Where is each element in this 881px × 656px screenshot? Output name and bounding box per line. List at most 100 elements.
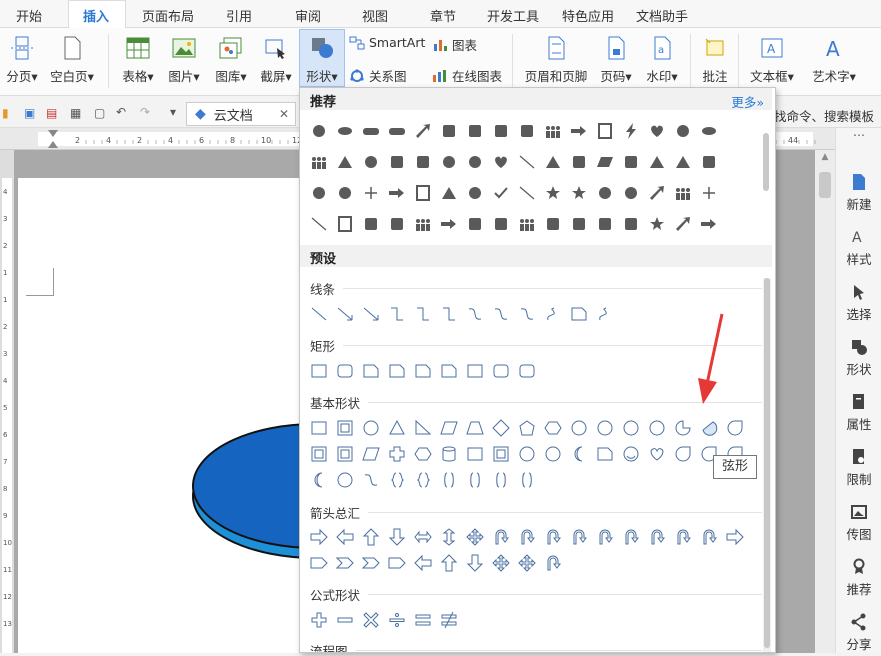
sidebar-item-new[interactable]: 新建: [836, 173, 881, 213]
rect-shape-o-snip-icon[interactable]: [358, 358, 384, 384]
recommended-shape-line-icon[interactable]: [514, 177, 540, 208]
recommended-shape-circ-icon[interactable]: [670, 115, 696, 146]
basic-shape-o-para-icon[interactable]: [436, 415, 462, 441]
recommended-shape-circ-icon[interactable]: [618, 177, 644, 208]
watermark-button[interactable]: a 水印▾: [642, 30, 682, 85]
pane-settings-icon[interactable]: ⋯: [850, 128, 868, 144]
recommended-shape-people-icon[interactable]: [540, 115, 566, 146]
arrow-shape-o-pentarr-icon[interactable]: [384, 550, 410, 576]
page-break-button[interactable]: 分页▾: [2, 30, 42, 85]
recommended-shape-sq-icon[interactable]: [488, 208, 514, 239]
recommended-shape-sq-icon[interactable]: [592, 208, 618, 239]
basic-shape-o-pent-icon[interactable]: [514, 415, 540, 441]
wordart-button[interactable]: A 艺术字▾: [806, 30, 862, 85]
relation-chart-button[interactable]: 关系图: [349, 66, 407, 85]
recommended-shape-sq-icon[interactable]: [410, 146, 436, 177]
recommended-shape-star-icon[interactable]: [540, 177, 566, 208]
rect-shape-o-rrect-icon[interactable]: [488, 358, 514, 384]
basic-shape-o-para-icon[interactable]: [358, 441, 384, 467]
undo-icon[interactable]: ↶: [116, 105, 126, 119]
basic-shape-o-circ-icon[interactable]: [332, 467, 358, 493]
tab-doc-assistant[interactable]: 文档助手: [636, 6, 688, 25]
blank-page-button[interactable]: 空白页▾: [48, 30, 96, 85]
screenshot-button[interactable]: 截屏▾: [256, 30, 296, 85]
recommended-shape-pill-icon[interactable]: [358, 115, 384, 146]
picture-button[interactable]: 图片▾: [164, 30, 204, 85]
basic-shape-o-moon-icon[interactable]: [566, 441, 592, 467]
basic-shape-o-brace-icon[interactable]: [410, 467, 436, 493]
recommended-shape-heart-icon[interactable]: [644, 115, 670, 146]
comment-button[interactable]: 批注: [698, 30, 732, 85]
recommended-shape-circ-icon[interactable]: [462, 146, 488, 177]
recommended-shape-sq-icon[interactable]: [462, 208, 488, 239]
arrow-shape-o-darr-icon[interactable]: [384, 524, 410, 550]
recommended-shape-circ-icon[interactable]: [462, 177, 488, 208]
formula-shape-o-minus-icon[interactable]: [332, 607, 358, 633]
document-scroll-thumb[interactable]: [819, 172, 831, 198]
recommended-shape-tri-icon[interactable]: [540, 146, 566, 177]
recommended-shape-people-icon[interactable]: [514, 208, 540, 239]
arrow-shape-o-quad-icon[interactable]: [488, 550, 514, 576]
arrow-shape-o-chev-icon[interactable]: [332, 550, 358, 576]
rect-shape-o-snip-icon[interactable]: [410, 358, 436, 384]
recommended-shape-line-icon[interactable]: [306, 208, 332, 239]
recommended-shape-rightarr-icon[interactable]: [696, 208, 722, 239]
recommended-shape-line-icon[interactable]: [514, 146, 540, 177]
basic-shape-o-bracket-icon[interactable]: [462, 467, 488, 493]
basic-shape-o-frame-icon[interactable]: [306, 441, 332, 467]
basic-shape-o-num-icon[interactable]: [618, 415, 644, 441]
recommended-shape-arrow-icon[interactable]: [644, 177, 670, 208]
sidebar-item-share[interactable]: 分享: [836, 613, 881, 653]
recommended-shape-para-icon[interactable]: [592, 146, 618, 177]
formula-shape-o-plus-icon[interactable]: [306, 607, 332, 633]
arrow-shape-o-uturn-icon[interactable]: [514, 524, 540, 550]
page-number-button[interactable]: 页码▾: [596, 30, 636, 85]
line-shape-o-line-icon[interactable]: [306, 301, 332, 327]
line-shape-o-arrline-icon[interactable]: [358, 301, 384, 327]
arrow-shape-o-darr-icon[interactable]: [462, 550, 488, 576]
sidebar-item-select[interactable]: 选择: [836, 283, 881, 323]
recommended-shape-people-icon[interactable]: [670, 177, 696, 208]
recommended-shape-rightarr-icon[interactable]: [566, 115, 592, 146]
basic-shape-o-tri-icon[interactable]: [384, 415, 410, 441]
tab-features[interactable]: 特色应用: [562, 6, 614, 25]
line-shape-o-curve-icon[interactable]: [462, 301, 488, 327]
formula-shape-o-div-icon[interactable]: [384, 607, 410, 633]
chart-button[interactable]: 图表: [432, 35, 477, 54]
basic-shape-o-circ-icon[interactable]: [514, 441, 540, 467]
more-shapes-link[interactable]: 更多»: [731, 92, 764, 111]
recommended-shape-sq-icon[interactable]: [696, 146, 722, 177]
basic-shape-o-smile-icon[interactable]: [618, 441, 644, 467]
recommended-shape-sq-icon[interactable]: [514, 115, 540, 146]
tab-developer[interactable]: 开发工具: [487, 6, 539, 25]
line-shape-o-elbow-icon[interactable]: [436, 301, 462, 327]
recommended-shape-people-icon[interactable]: [306, 146, 332, 177]
recommended-shape-sq-icon[interactable]: [384, 208, 410, 239]
recommended-shape-bolt-icon[interactable]: [618, 115, 644, 146]
recommended-shape-sq-icon[interactable]: [436, 115, 462, 146]
recommended-shape-sq-icon[interactable]: [358, 208, 384, 239]
line-shape-o-curve-icon[interactable]: [488, 301, 514, 327]
rect-shape-o-snip-icon[interactable]: [384, 358, 410, 384]
recommended-shape-circ-icon[interactable]: [306, 115, 332, 146]
recommended-shape-plus-icon[interactable]: [358, 177, 384, 208]
arrow-shape-o-pentarr-icon[interactable]: [306, 550, 332, 576]
tab-start[interactable]: 开始: [16, 6, 42, 25]
basic-shape-o-rect-icon[interactable]: [306, 415, 332, 441]
basic-shape-o-heart-icon[interactable]: [644, 441, 670, 467]
recommended-shape-sq-icon[interactable]: [384, 146, 410, 177]
recommended-shape-sq-icon[interactable]: [462, 115, 488, 146]
basic-shape-o-trap-icon[interactable]: [462, 415, 488, 441]
sidebar-item-style[interactable]: A 样式: [836, 228, 881, 268]
recommended-shape-circ-icon[interactable]: [358, 146, 384, 177]
recommended-shape-sq-icon[interactable]: [488, 115, 514, 146]
recommended-shape-pill-icon[interactable]: [384, 115, 410, 146]
tab-section[interactable]: 章节: [430, 6, 456, 25]
recommended-shape-doc-icon[interactable]: [410, 177, 436, 208]
arrow-shape-o-quad-icon[interactable]: [462, 524, 488, 550]
recommended-shape-rightarr-icon[interactable]: [436, 208, 462, 239]
recommended-shape-star-icon[interactable]: [566, 177, 592, 208]
tab-reference[interactable]: 引用: [226, 6, 252, 25]
tab-insert[interactable]: 插入: [83, 6, 109, 25]
basic-shape-o-can-icon[interactable]: [436, 441, 462, 467]
